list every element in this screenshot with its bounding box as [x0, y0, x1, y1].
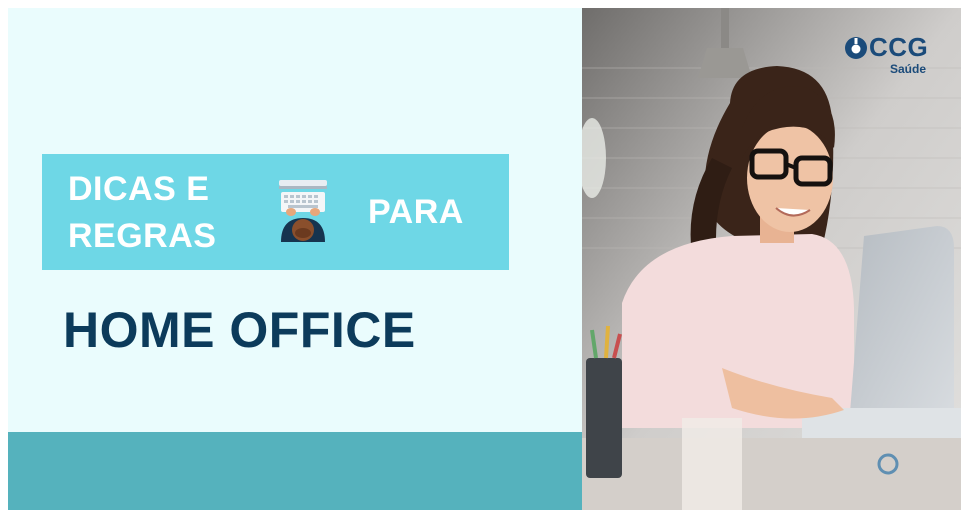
promo-slide: DICAS E REGRAS PARA HOME OFFICE CCG Saúd…: [0, 0, 961, 510]
brand-logo: CCG Saúde: [844, 32, 954, 80]
logo-subtitle: Saúde: [890, 62, 927, 76]
title-banner: DICAS E REGRAS PARA: [42, 154, 509, 270]
headline: HOME OFFICE: [63, 302, 416, 358]
bottom-band: [8, 432, 582, 510]
logo-mark-icon: [845, 37, 867, 59]
hero-photo: [582, 8, 961, 510]
banner-line-1: DICAS E: [68, 170, 210, 208]
banner-line-3: PARA: [368, 193, 464, 231]
banner-line-2: REGRAS: [68, 217, 217, 255]
person-at-laptop-icon: [279, 180, 327, 242]
logo-name: CCG: [869, 32, 929, 62]
